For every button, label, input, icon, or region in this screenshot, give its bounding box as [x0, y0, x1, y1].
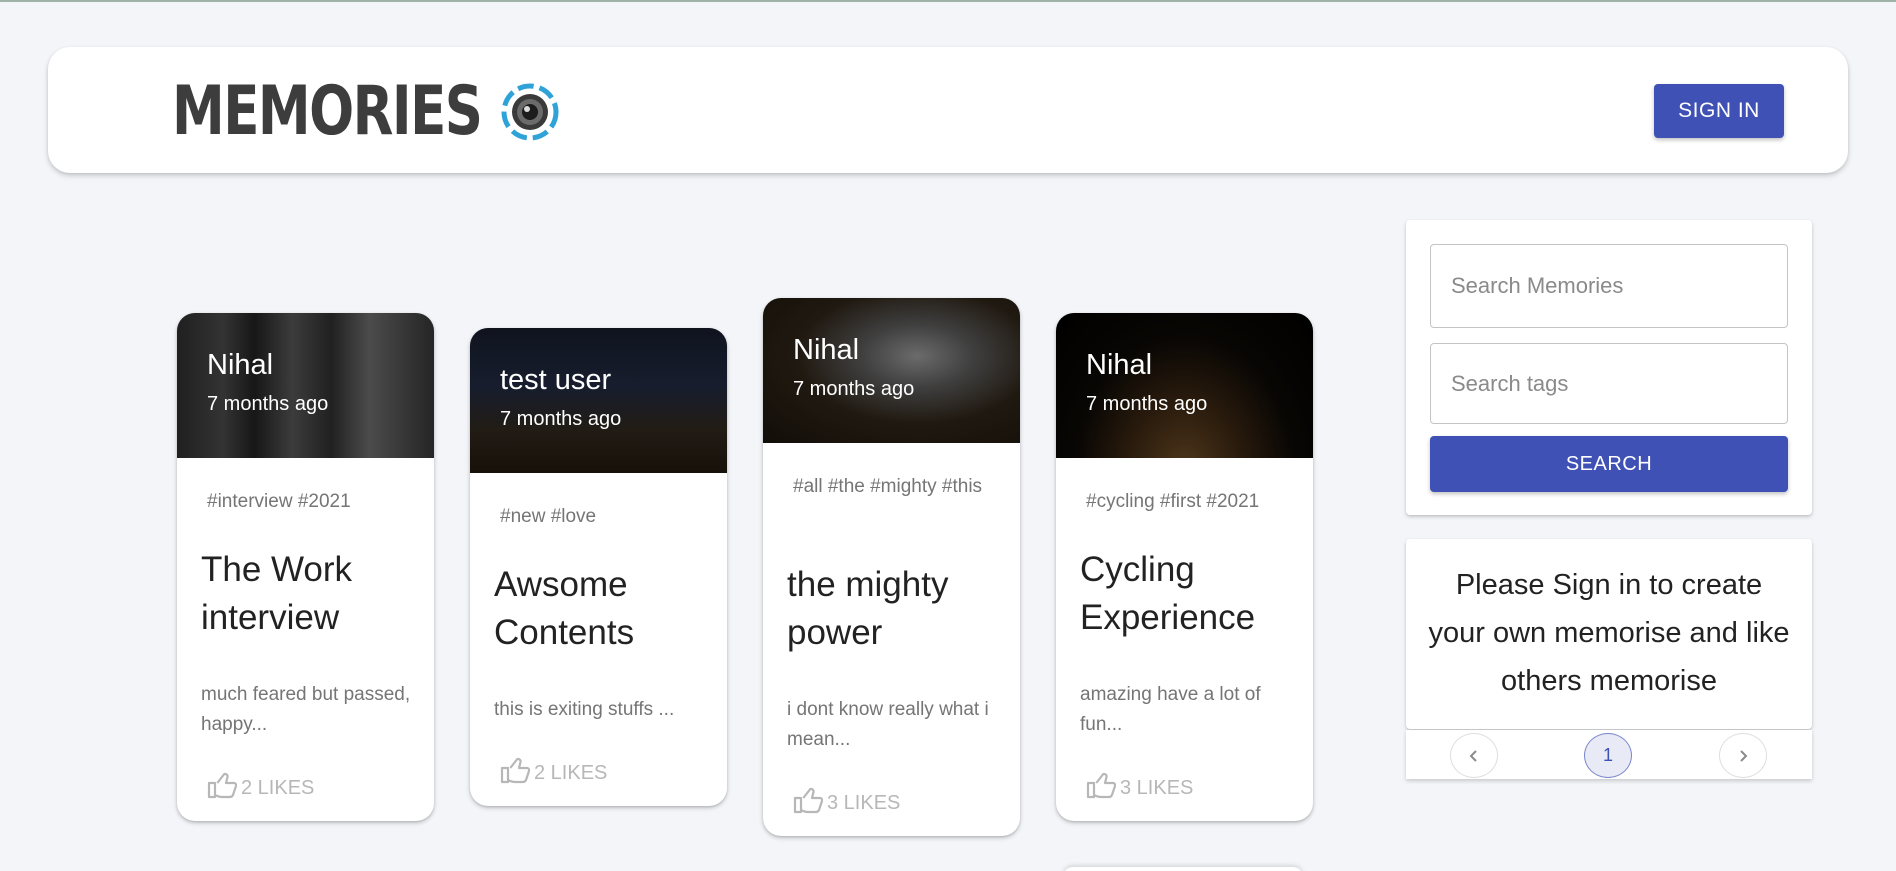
search-panel: SEARCH: [1406, 220, 1812, 515]
card-time: 7 months ago: [207, 393, 329, 415]
thumb-up-icon: [500, 756, 534, 790]
card-title: the mighty power: [787, 565, 949, 652]
sign-in-prompt: Please Sign in to create your own memori…: [1406, 539, 1812, 729]
card-message: much feared but passed, happy...: [201, 684, 411, 735]
likes-count: 3 LIKES: [1120, 776, 1194, 799]
thumb-up-icon: [207, 771, 241, 805]
card-title: The Work interview: [201, 550, 353, 637]
card-tags: #all #the #mighty #this: [793, 476, 983, 497]
page-button[interactable]: 1: [1584, 733, 1632, 778]
card-time: 7 months ago: [1086, 393, 1208, 415]
card-image: test user 7 months ago: [470, 328, 727, 473]
likes-count: 3 LIKES: [827, 791, 901, 814]
memory-card[interactable]: Nihal 7 months ago #interview #2021 The …: [177, 313, 434, 821]
search-tags-input[interactable]: [1430, 343, 1788, 424]
card-author: Nihal: [793, 334, 860, 366]
sign-in-prompt-text: Please Sign in to create your own memori…: [1428, 569, 1790, 697]
chevron-right-icon[interactable]: [1719, 733, 1767, 778]
likes-count: 2 LIKES: [534, 761, 608, 784]
search-button[interactable]: SEARCH: [1430, 436, 1788, 492]
search-memories-input[interactable]: [1430, 244, 1788, 328]
like-button[interactable]: 2 LIKES: [207, 771, 314, 805]
card-tags: #interview #2021: [207, 491, 351, 512]
card-author: Nihal: [1086, 349, 1153, 381]
card-title: Awsome Contents: [494, 565, 635, 652]
card-message: i dont know really what i mean...: [787, 699, 989, 750]
card-message: this is exiting stuffs ...: [494, 699, 675, 720]
card-author: test user: [500, 364, 612, 396]
camera-lens-icon: [500, 82, 560, 142]
card-tags: #new #love: [500, 506, 597, 527]
card-image: Nihal 7 months ago: [177, 313, 434, 458]
like-button[interactable]: 3 LIKES: [1086, 771, 1193, 805]
app-bar: MEMORIES SIGN IN: [48, 47, 1848, 173]
sign-in-button[interactable]: SIGN IN: [1654, 84, 1784, 138]
card-message: amazing have a lot of fun...: [1080, 684, 1261, 735]
thumb-up-icon: [1086, 771, 1120, 805]
card-image: Nihal 7 months ago: [763, 298, 1020, 443]
brand-text[interactable]: MEMORIES: [172, 78, 483, 146]
thumb-up-icon: [793, 786, 827, 820]
memory-card[interactable]: Nihal 7 months ago #all #the #mighty #th…: [763, 298, 1020, 836]
card-partial: [1063, 867, 1303, 871]
card-time: 7 months ago: [500, 408, 622, 430]
card-tags: #cycling #first #2021: [1086, 491, 1260, 512]
card-author: Nihal: [207, 349, 274, 381]
memory-card[interactable]: test user 7 months ago #new #love Awsome…: [470, 328, 727, 806]
card-image: Nihal 7 months ago: [1056, 313, 1313, 458]
likes-count: 2 LIKES: [241, 776, 315, 799]
card-time: 7 months ago: [793, 378, 915, 400]
chevron-left-icon[interactable]: [1450, 733, 1498, 778]
like-button[interactable]: 2 LIKES: [500, 756, 607, 790]
card-title: Cycling Experience: [1080, 550, 1256, 637]
pagination: 1: [1406, 730, 1812, 779]
memory-card[interactable]: Nihal 7 months ago #cycling #first #2021…: [1056, 313, 1313, 821]
like-button[interactable]: 3 LIKES: [793, 786, 900, 820]
